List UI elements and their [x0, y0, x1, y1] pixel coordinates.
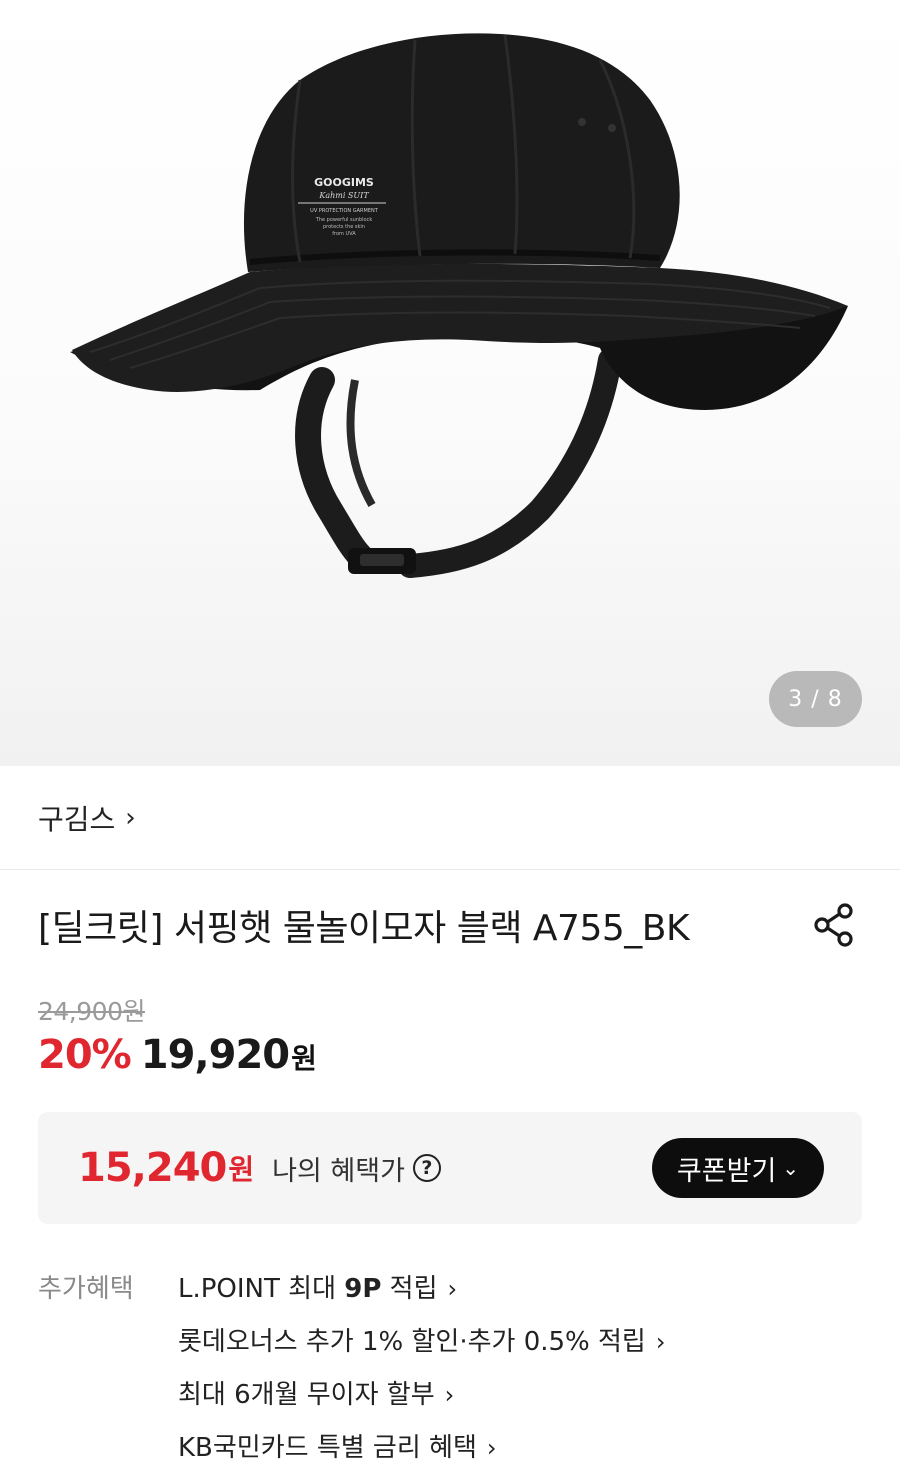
- benefit-item-kb-card[interactable]: KB국민카드 특별 금리 혜택 ›: [178, 1431, 665, 1465]
- sale-price-line: 20% 19,920 원: [38, 1032, 862, 1078]
- product-title-row: [딜크릿] 서핑햇 물놀이모자 블랙 A755_BK: [0, 870, 900, 980]
- product-photo-bucket-hat: GOOGIMS Kahmi SUIT UV PROTECTION GARMENT…: [70, 33, 848, 578]
- chevron-right-icon: ›: [444, 1381, 455, 1409]
- product-image-gallery[interactable]: GOOGIMS Kahmi SUIT UV PROTECTION GARMENT…: [0, 0, 900, 766]
- benefit-item-lotte-owners[interactable]: 롯데오너스 추가 1% 할인·추가 0.5% 적립 ›: [178, 1325, 665, 1359]
- hat-print-line: Kahmi SUIT: [318, 191, 369, 200]
- extra-benefits: 추가혜택 L.POINT 최대 9P 적립 › 롯데오너스 추가 1% 할인·추가…: [0, 1224, 900, 1483]
- extra-benefits-list: L.POINT 최대 9P 적립 › 롯데오너스 추가 1% 할인·추가 0.5%…: [178, 1272, 665, 1483]
- chevron-down-icon: ⌄: [782, 1156, 800, 1180]
- benefit-text-pre: L.POINT 최대: [178, 1274, 345, 1304]
- coupon-button[interactable]: 쿠폰받기 ⌄: [652, 1138, 824, 1198]
- coupon-button-label: 쿠폰받기: [676, 1155, 777, 1187]
- benefit-item-lpoint[interactable]: L.POINT 최대 9P 적립 ›: [178, 1272, 665, 1306]
- brand-link[interactable]: 구김스 ›: [0, 766, 900, 870]
- benefit-text: 롯데오너스 추가 1% 할인·추가 0.5% 적립: [178, 1327, 646, 1357]
- product-title: [딜크릿] 서핑햇 물놀이모자 블랙 A755_BK: [38, 908, 690, 949]
- sale-price-unit: 원: [291, 1042, 317, 1075]
- my-benefit-price-box: 15,240 원 나의 혜택가 ? 쿠폰받기 ⌄: [38, 1112, 862, 1224]
- my-benefit-price: 15,240: [78, 1145, 227, 1191]
- my-benefit-price-unit: 원: [228, 1153, 255, 1186]
- hat-print-copy1: The powerful sunblock: [315, 217, 373, 223]
- benefit-text: KB국민카드 특별 금리 혜택: [178, 1433, 477, 1463]
- original-price: 24,900원: [38, 997, 145, 1026]
- benefit-text: 최대 6개월 무이자 할부: [178, 1380, 435, 1410]
- benefit-text-bold: 9P: [344, 1274, 382, 1304]
- price-block: 24,900원 20% 19,920 원: [0, 992, 900, 1078]
- hat-print-protection: UV PROTECTION GARMENT: [310, 208, 379, 214]
- hat-print-copy3: from UVA: [332, 231, 356, 237]
- my-benefit-label: 나의 혜택가: [272, 1155, 405, 1187]
- extra-benefits-label: 추가혜택: [38, 1274, 134, 1304]
- sale-price: 19,920: [140, 1032, 290, 1078]
- share-icon[interactable]: [812, 902, 856, 948]
- help-icon[interactable]: ?: [412, 1154, 441, 1182]
- hat-print-brand: GOOGIMS: [314, 176, 374, 189]
- chevron-right-icon: ›: [655, 1328, 666, 1356]
- discount-rate: 20%: [38, 1032, 132, 1078]
- brand-name: 구김스: [38, 802, 116, 836]
- chevron-right-icon: ›: [125, 802, 136, 833]
- benefit-item-installment[interactable]: 최대 6개월 무이자 할부 ›: [178, 1378, 665, 1412]
- benefit-text-post: 적립: [381, 1274, 438, 1304]
- chevron-right-icon: ›: [447, 1275, 458, 1303]
- image-counter: 3 / 8: [769, 671, 862, 727]
- chevron-right-icon: ›: [486, 1434, 497, 1462]
- hat-print-copy2: protects the skin: [323, 224, 365, 230]
